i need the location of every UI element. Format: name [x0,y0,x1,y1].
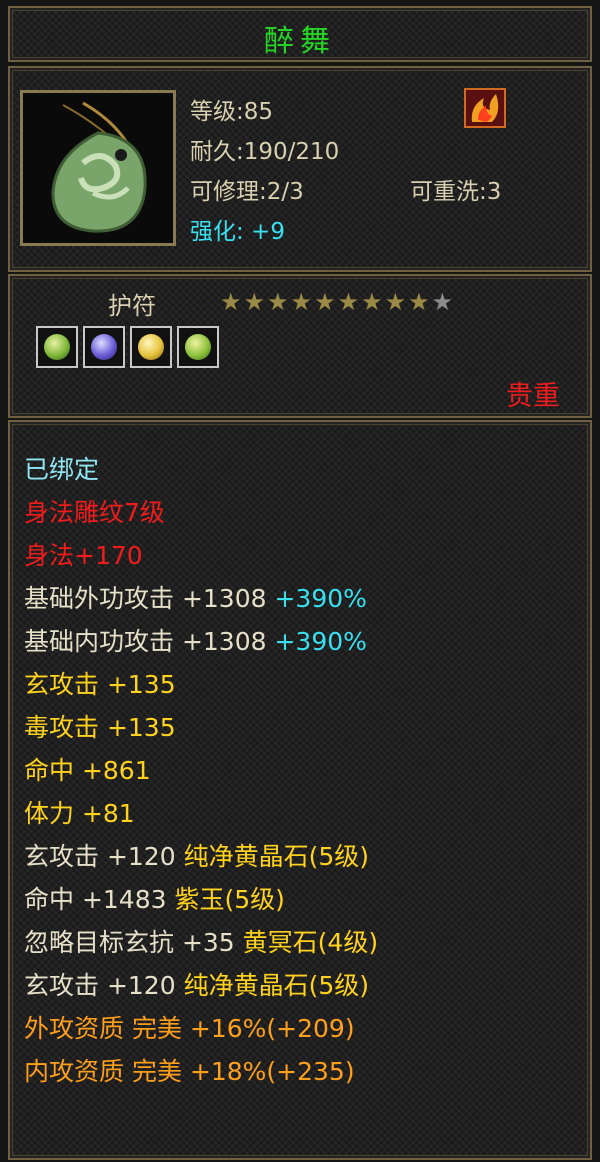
stat-line: 内攻资质 完美 +18%(+235) [24,1057,355,1086]
stat-line: 命中 +1483 紫玉(5级) [24,885,285,914]
star-icon: ★ [290,288,313,316]
stat-line: 命中 +861 [24,756,151,785]
star-empty-icon: ★ [431,288,454,316]
stat-line: 基础外功攻击 +1308 +390% [24,584,367,613]
stat-line: 已绑定 [24,455,100,484]
green-gem-icon[interactable] [36,326,78,368]
star-rating: ★ ★ ★ ★ ★ ★ ★ ★ ★ ★ [220,290,453,314]
stat-line: 体力 +81 [24,799,135,828]
gem-sockets [36,326,219,368]
jade-pendant-icon [20,90,176,246]
item-rarity: 贵重 [506,381,560,412]
item-type: 护符 [108,292,156,320]
stat-line: 毒攻击 +135 [24,713,176,742]
stat-line: 玄攻击 +135 [24,670,176,699]
item-info-panel: 等级:85 耐久:190/210 可修理:2/3 可重洗:3 强化: +9 [8,66,592,272]
stat-line: 基础内功攻击 +1308 +390% [24,627,367,656]
star-icon: ★ [243,288,266,316]
star-icon: ★ [267,288,289,316]
stats-panel: 已绑定 身法雕纹7级 身法+170 基础外功攻击 +1308 +390% 基础内… [8,420,592,1160]
stat-line: 玄攻击 +120 纯净黄晶石(5级) [24,971,369,1000]
stat-line: 忽略目标玄抗 +35 黄冥石(4级) [24,928,379,957]
stat-line: 身法雕纹7级 [24,498,165,527]
stat-line: 外攻资质 完美 +16%(+209) [24,1014,355,1043]
purple-gem-icon[interactable] [83,326,125,368]
item-tooltip: 醉舞 等级:85 耐久:190/210 可修理:2/3 可重洗:3 强化: +9 [0,0,600,1162]
item-rewash-count: 可重洗:3 [410,179,502,205]
star-icon: ★ [361,288,383,316]
star-icon: ★ [220,288,242,316]
stat-line: 玄攻击 +120 纯净黄晶石(5级) [24,842,369,871]
yellow-gem-icon[interactable] [130,326,172,368]
item-name: 醉舞 [264,24,336,59]
item-type-panel: 护符 ★ ★ ★ ★ ★ ★ ★ ★ ★ ★ 贵重 [8,274,592,418]
green-gem-icon[interactable] [177,326,219,368]
star-icon: ★ [408,288,430,316]
item-repair-count: 可修理:2/3 [190,179,304,205]
stat-line: 身法+170 [24,541,143,570]
item-enhance: 强化: +9 [190,219,285,245]
flame-badge-icon [464,88,506,128]
star-icon: ★ [384,288,407,316]
star-icon: ★ [314,288,336,316]
star-icon: ★ [337,288,360,316]
item-durability: 耐久:190/210 [190,139,340,165]
title-panel: 醉舞 [8,6,592,62]
item-level: 等级:85 [190,99,274,125]
